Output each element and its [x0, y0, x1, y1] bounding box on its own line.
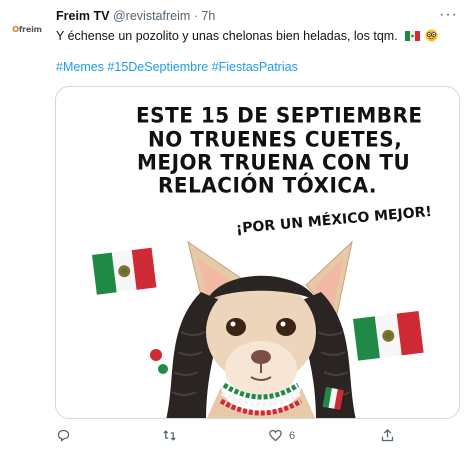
handle[interactable]: @revistafreim	[113, 9, 190, 23]
reply-button[interactable]	[56, 428, 77, 443]
tweet-header: Freim TV @revistafreim · 7h	[56, 9, 215, 23]
retweet-button[interactable]	[162, 428, 183, 443]
reply-icon	[57, 429, 70, 442]
tweet[interactable]: Ofreim Freim TV @revistafreim · 7h ··· Y…	[0, 0, 472, 450]
media-image[interactable]: ESTE 15 DE SEPTIEMBRE NO TRUENES CUETES,…	[55, 86, 460, 419]
mexico-flag-left	[92, 247, 157, 295]
share-icon	[381, 428, 394, 442]
separator: ·	[193, 9, 198, 23]
mexico-flag-emoji	[405, 31, 421, 41]
more-icon[interactable]: ···	[439, 6, 458, 24]
avatar-logo: Ofreim	[12, 24, 42, 34]
timestamp[interactable]: 7h	[201, 9, 215, 23]
hashtag-fiestaspatrias[interactable]: #FiestasPatrias	[212, 60, 298, 74]
like-icon	[269, 429, 282, 442]
tweet-text: Y échense un pozolito y unas chelonas bi…	[56, 29, 398, 43]
display-name[interactable]: Freim TV	[56, 9, 110, 23]
like-button[interactable]: 6	[268, 428, 295, 443]
like-count: 6	[289, 429, 296, 442]
nerd-face-emoji	[425, 29, 438, 42]
retweet-icon	[163, 430, 176, 441]
hashtag-15deseptiembre[interactable]: #15DeSeptiembre	[107, 60, 208, 74]
avatar[interactable]: Ofreim	[5, 16, 49, 42]
hashtags: #Memes #15DeSeptiembre #FiestasPatrias	[56, 60, 298, 74]
chihuahua-illustration	[92, 240, 424, 418]
share-button[interactable]	[380, 428, 401, 443]
tweet-text-row: Y échense un pozolito y unas chelonas bi…	[56, 29, 438, 43]
hashtag-memes[interactable]: #Memes	[56, 60, 104, 74]
tweet-actions: 6	[56, 428, 456, 446]
mexico-flag-right	[353, 310, 424, 361]
